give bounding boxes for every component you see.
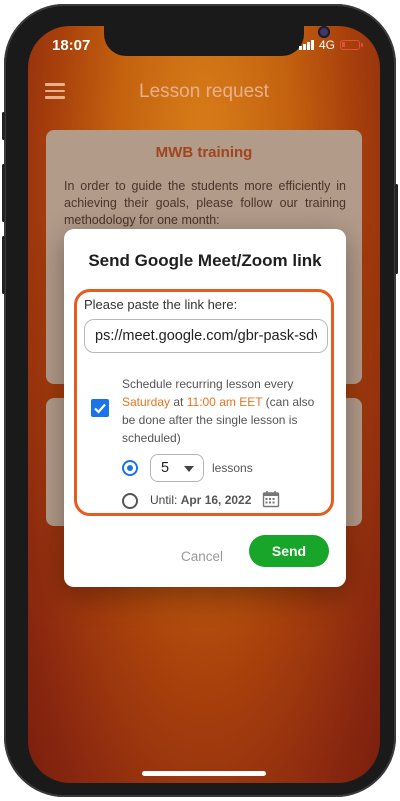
recurring-checkbox[interactable] [91, 399, 109, 417]
paste-link-label: Please paste the link here: [84, 297, 238, 312]
send-link-dialog: Send Google Meet/Zoom link Please paste … [64, 229, 346, 587]
home-indicator[interactable] [142, 771, 266, 776]
volume-down-button [2, 236, 5, 294]
recurring-text-before: Schedule recurring lesson every [122, 377, 294, 391]
network-type: 4G [318, 38, 335, 52]
meeting-link-input[interactable] [84, 319, 328, 353]
training-card-body: In order to guide the students more effi… [64, 179, 346, 227]
lessons-label: lessons [212, 461, 253, 475]
lesson-count-radio[interactable] [122, 460, 138, 476]
send-button[interactable]: Send [249, 535, 329, 567]
power-button [395, 184, 398, 274]
recurring-text-at: at [170, 395, 187, 409]
notch [104, 26, 330, 56]
mute-switch [2, 112, 5, 140]
recurring-day: Saturday [122, 395, 171, 409]
until-date-radio[interactable] [122, 493, 138, 509]
recurring-time: 11:00 am EET [186, 395, 263, 409]
checkmark-icon [94, 403, 106, 414]
battery-icon [340, 40, 363, 50]
status-indicators: 4G [298, 38, 363, 52]
lesson-count-select[interactable]: 5 [150, 454, 204, 482]
recurring-description: Schedule recurring lesson every Saturday… [122, 375, 322, 447]
dialog-title: Send Google Meet/Zoom link [88, 251, 322, 270]
signal-icon [298, 40, 314, 50]
status-time: 18:07 [52, 37, 91, 54]
screen: 18:07 4G Lesson request MWB training In … [28, 26, 380, 783]
phone-frame: 18:07 4G Lesson request MWB training In … [2, 4, 398, 797]
lesson-count-value: 5 [161, 460, 170, 476]
chevron-down-icon [184, 466, 194, 472]
calendar-icon[interactable] [262, 490, 280, 508]
until-label: Until: Apr 16, 2022 [150, 493, 251, 507]
cancel-button[interactable]: Cancel [172, 545, 232, 569]
page-title: Lesson request [139, 81, 269, 102]
training-card-title: MWB training [155, 144, 253, 161]
until-label-text: Until: [150, 493, 178, 507]
volume-up-button [2, 164, 5, 222]
app-bar: Lesson request [28, 71, 380, 111]
front-camera [318, 26, 330, 38]
until-date: Apr 16, 2022 [180, 493, 252, 507]
